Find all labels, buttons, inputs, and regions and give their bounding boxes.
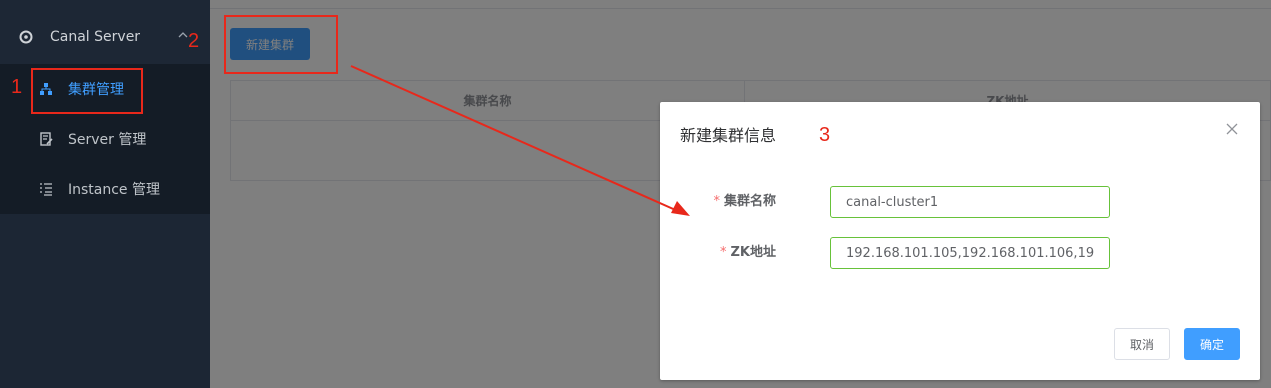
- form-label: * 集群名称: [660, 186, 810, 218]
- cluster-name-input[interactable]: [830, 186, 1110, 218]
- zk-address-input[interactable]: [830, 237, 1110, 269]
- new-cluster-dialog: 新建集群信息 *集群名称 *ZK地址 取消 确定: [660, 102, 1260, 380]
- sidebar-item-server[interactable]: Server 管理: [0, 114, 210, 164]
- annotation-number-2: 2: [188, 30, 200, 52]
- annotation-number-3: 3: [819, 124, 831, 146]
- required-mark: *: [713, 194, 720, 209]
- annotation-number-1: 1: [11, 76, 23, 98]
- submenu-title: Canal Server: [50, 29, 141, 45]
- submenu-canal-server[interactable]: Canal Server: [18, 26, 140, 48]
- form-item-zk-address: * ZK地址: [660, 237, 1260, 269]
- annotation-box-1: [31, 68, 143, 114]
- form-label-text: ZK地址: [730, 245, 776, 260]
- sidebar-item-label: Server 管理: [68, 132, 147, 148]
- sidebar: Canal Server 集群管理 Server 管理 Instance 管理: [0, 0, 210, 388]
- required-mark: *: [719, 245, 727, 260]
- dialog-title: 新建集群信息: [680, 126, 777, 145]
- confirm-button[interactable]: 确定: [1184, 328, 1240, 360]
- sidebar-background: [0, 214, 210, 388]
- server-edit-icon: [38, 131, 54, 147]
- form-label-text: 集群名称: [723, 194, 776, 209]
- close-icon[interactable]: [1224, 122, 1240, 138]
- cancel-button[interactable]: 取消: [1114, 328, 1170, 360]
- form-item-cluster-name: * 集群名称: [660, 186, 1260, 218]
- form-label: * ZK地址: [660, 237, 810, 269]
- annotation-box-2: [224, 15, 338, 74]
- settings-icon: [18, 29, 34, 45]
- chevron-up-icon[interactable]: [178, 31, 188, 41]
- sidebar-item-label: Instance 管理: [68, 182, 160, 198]
- list-icon: [38, 181, 54, 197]
- sidebar-item-instance[interactable]: Instance 管理: [0, 164, 210, 214]
